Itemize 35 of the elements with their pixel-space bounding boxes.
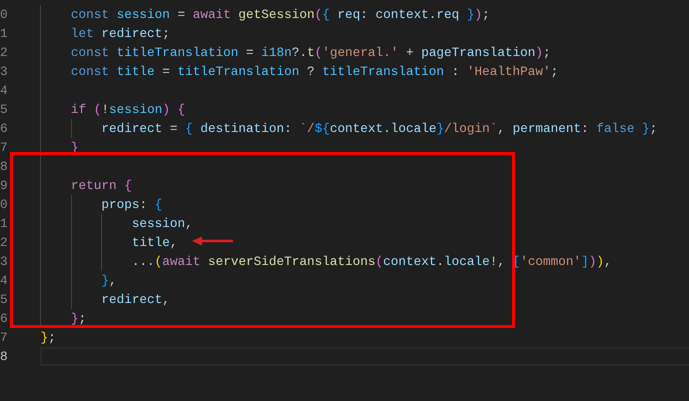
code-line: }; xyxy=(70,310,86,328)
line-number: 5 xyxy=(0,291,9,309)
code-line: return { xyxy=(70,177,132,195)
line-number: 9 xyxy=(0,177,9,195)
code-line: }; xyxy=(39,329,56,347)
line-number: 0 xyxy=(0,6,9,24)
line-number: 2 xyxy=(0,44,9,62)
code-line: if (!session) { xyxy=(70,101,186,119)
line-number: 1 xyxy=(0,25,9,43)
line-number: 2 xyxy=(0,234,9,252)
line-number: 8 xyxy=(0,158,9,176)
code-line: ...(await serverSideTranslations(context.locale!, ['common'])), xyxy=(130,253,612,271)
arrow-icon xyxy=(192,236,234,246)
code-line: props: { xyxy=(100,196,162,214)
line-number: 4 xyxy=(0,82,9,100)
code-line: const title = titleTranslation ? titleTranslation : 'HealthPaw'; xyxy=(70,63,558,81)
code-line: session, xyxy=(130,215,193,233)
line-number: 3 xyxy=(0,63,9,81)
line-number: 5 xyxy=(0,101,9,119)
code-line: redirect, xyxy=(100,291,170,309)
line-number: 6 xyxy=(0,120,9,138)
line-number: 7 xyxy=(0,329,9,347)
line-number: 1 xyxy=(0,215,9,233)
line-number: 6 xyxy=(0,310,9,328)
line-number: 7 xyxy=(0,139,9,157)
line-number: 3 xyxy=(0,253,9,271)
line-number: 4 xyxy=(0,272,9,290)
code-line: title, xyxy=(130,234,178,252)
code-line: }, xyxy=(100,272,117,290)
code-line: const session = await getSession({ req: context.req }); xyxy=(70,6,490,24)
code-line: redirect = { destination: `/${context.locale}/login`, permanent: false }; xyxy=(100,120,658,138)
code-line: const titleTranslation = i18n?.t('general.' + pageTranslation); xyxy=(70,44,551,62)
code-line: let redirect; xyxy=(70,25,170,43)
line-number: 0 xyxy=(0,196,9,214)
line-number: 8 xyxy=(0,348,9,366)
